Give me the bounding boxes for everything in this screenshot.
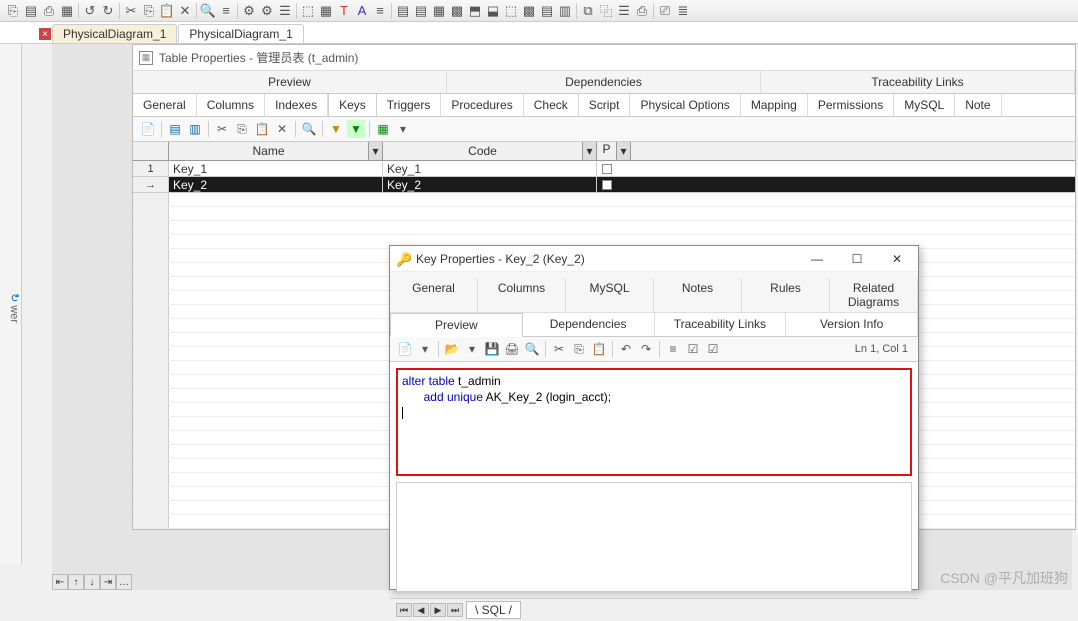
col-code[interactable]: Code (383, 142, 583, 160)
grid-row-selected[interactable]: → Key_2 Key_2 (133, 177, 1075, 193)
col-name[interactable]: Name (169, 142, 369, 160)
paste-icon[interactable]: 📋 (253, 120, 271, 138)
table-icon: ▦ (139, 51, 153, 65)
col-p-dd[interactable]: ▾ (617, 142, 631, 160)
app-toolbar: ⎘▤⎙▦ ↺↻ ✂⎘📋✕ 🔍≡ ⚙⚙☰ ⬚▦TA≡ ▤▤▦▩⬒⬓⬚▩▤▥ ⧉⿻☰… (0, 0, 1078, 22)
text-cursor (402, 407, 403, 419)
dialog-titlebar[interactable]: 🔑 Key Properties - Key_2 (Key_2) — ☐ ✕ (390, 246, 918, 272)
ktab-rules[interactable]: Rules (742, 278, 830, 312)
save-icon[interactable]: 💾 (483, 340, 501, 358)
nav-next-icon[interactable]: ▶ (430, 603, 446, 617)
minimize-button[interactable]: — (802, 249, 832, 269)
maximize-button[interactable]: ☐ (842, 249, 872, 269)
undo-icon[interactable]: ↶ (617, 340, 635, 358)
print-icon[interactable]: 🖨 (503, 340, 521, 358)
key-properties-dialog: 🔑 Key Properties - Key_2 (Key_2) — ☐ ✕ G… (389, 245, 919, 590)
tab-preview[interactable]: Preview (133, 71, 447, 93)
col-p[interactable]: P (597, 142, 617, 160)
grid-header: Name ▾ Code ▾ P ▾ (133, 142, 1075, 161)
nav-last-icon[interactable]: ⏭ (447, 603, 463, 617)
tab-physical-options[interactable]: Physical Options (630, 94, 740, 116)
redo-icon[interactable]: ↷ (637, 340, 655, 358)
ktab-deps[interactable]: Dependencies (523, 313, 655, 336)
more-icon[interactable]: ▾ (394, 120, 412, 138)
new-icon[interactable]: 📄 (396, 340, 414, 358)
key-tabs-row1: General Columns MySQL Notes Rules Relate… (390, 272, 918, 313)
format-icon[interactable]: ≡ (664, 340, 682, 358)
filter-icon[interactable]: ▼ (327, 120, 345, 138)
ktab-related[interactable]: Related Diagrams (830, 278, 918, 312)
doc-tab-1[interactable]: ×PhysicalDiagram_1 (52, 24, 177, 43)
opts-icon[interactable]: ☑ (684, 340, 702, 358)
vertical-sidebar[interactable]: ↻ wer (0, 44, 22, 564)
ktab-version[interactable]: Version Info (786, 313, 918, 336)
ktab-notes[interactable]: Notes (654, 278, 742, 312)
doc-tab-2[interactable]: PhysicalDiagram_1 (178, 24, 303, 43)
filter-active-icon[interactable]: ▼ (347, 120, 365, 138)
tab-columns[interactable]: Columns (197, 94, 265, 116)
tab-mapping[interactable]: Mapping (741, 94, 808, 116)
tab-triggers[interactable]: Triggers (377, 94, 442, 116)
add-icon[interactable]: ▤ (166, 120, 184, 138)
tab-keys[interactable]: Keys (328, 93, 377, 116)
insert-icon[interactable]: ▥ (186, 120, 204, 138)
panel-title: ▦ Table Properties - 管理员表 (t_admin) (133, 45, 1075, 71)
tab-general[interactable]: General (133, 94, 197, 116)
paste2-icon[interactable]: 📋 (590, 340, 608, 358)
props-icon[interactable]: 📄 (139, 120, 157, 138)
tab-script[interactable]: Script (579, 94, 631, 116)
tab-check[interactable]: Check (524, 94, 579, 116)
ktab-general[interactable]: General (390, 278, 478, 312)
find-icon[interactable]: 🔍 (300, 120, 318, 138)
tab-permissions[interactable]: Permissions (808, 94, 894, 116)
checkbox[interactable] (602, 180, 612, 190)
key-tabs-row2: Preview Dependencies Traceability Links … (390, 313, 918, 337)
grid-toolbar: 📄 ▤ ▥ ✂ ⎘ 📋 ✕ 🔍 ▼ ▼ ▦ ▾ (133, 117, 1075, 142)
grid-nav-controls: ⇤↑↓⇥… (52, 574, 132, 590)
editor-bottom-tabs: ⏮ ◀ ▶ ⏭ \ SQL / (390, 598, 918, 621)
ktab-columns[interactable]: Columns (478, 278, 566, 312)
nav-prev-icon[interactable]: ◀ (413, 603, 429, 617)
find2-icon[interactable]: 🔍 (523, 340, 541, 358)
editor-lower-area[interactable] (396, 482, 912, 592)
ktab-trace[interactable]: Traceability Links (655, 313, 787, 336)
checkbox[interactable] (602, 164, 612, 174)
opts2-icon[interactable]: ☑ (704, 340, 722, 358)
upper-tabs: Preview Dependencies Traceability Links (133, 71, 1075, 94)
cut-icon[interactable]: ✂ (213, 120, 231, 138)
cut2-icon[interactable]: ✂ (550, 340, 568, 358)
close-button[interactable]: ✕ (882, 249, 912, 269)
document-tabs: ×PhysicalDiagram_1 PhysicalDiagram_1 (0, 22, 1078, 44)
toolbar-icon[interactable]: ⎘ (4, 3, 22, 19)
copy-icon[interactable]: ⎘ (233, 120, 251, 138)
tab-procedures[interactable]: Procedures (441, 94, 523, 116)
editor-status: Ln 1, Col 1 (855, 343, 912, 355)
lower-tabs: General Columns Indexes Keys Triggers Pr… (133, 94, 1075, 117)
tab-dependencies[interactable]: Dependencies (447, 71, 761, 93)
open-icon[interactable]: 📂 (443, 340, 461, 358)
editor-toolbar: 📄▾ 📂▾ 💾 🖨 🔍 ✂ ⎘ 📋 ↶ ↷ ≡ ☑ ☑ Ln 1, Col 1 (390, 337, 918, 362)
tab-traceability[interactable]: Traceability Links (761, 71, 1075, 93)
copy2-icon[interactable]: ⎘ (570, 340, 588, 358)
tab-mysql[interactable]: MySQL (894, 94, 955, 116)
col-code-dd[interactable]: ▾ (583, 142, 597, 160)
tab-notes[interactable]: Note (955, 94, 1001, 116)
delete-icon[interactable]: ✕ (273, 120, 291, 138)
sql-editor[interactable]: alter table t_admin add unique AK_Key_2 … (402, 374, 906, 421)
tab-indexes[interactable]: Indexes (265, 94, 328, 116)
sql-editor-highlight: alter table t_admin add unique AK_Key_2 … (396, 368, 912, 476)
watermark: CSDN @平凡加班狗 (940, 568, 1068, 588)
sql-tab[interactable]: \ SQL / (466, 601, 521, 619)
col-name-dd[interactable]: ▾ (369, 142, 383, 160)
export-excel-icon[interactable]: ▦ (374, 120, 392, 138)
ktab-mysql[interactable]: MySQL (566, 278, 654, 312)
grid-row[interactable]: 1 Key_1 Key_1 (133, 161, 1075, 177)
ktab-preview[interactable]: Preview (390, 313, 523, 337)
key-icon: 🔑 (396, 252, 410, 266)
nav-first-icon[interactable]: ⏮ (396, 603, 412, 617)
close-tab-icon[interactable]: × (39, 28, 51, 40)
